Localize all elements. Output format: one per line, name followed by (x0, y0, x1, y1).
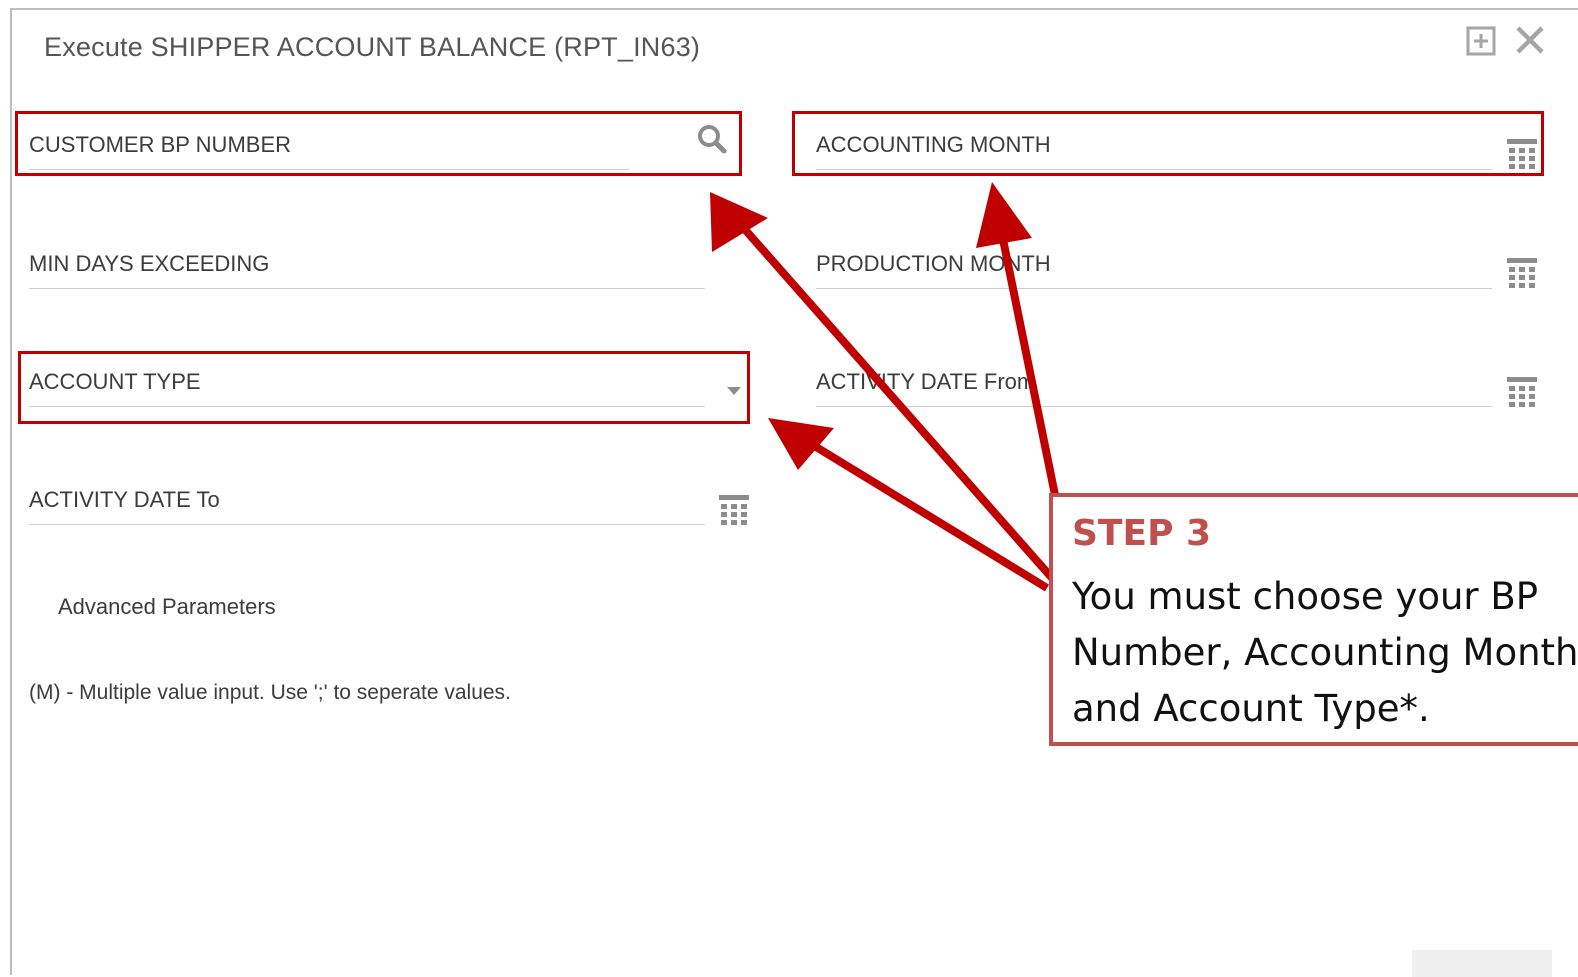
calendar-icon[interactable] (1506, 257, 1538, 289)
calendar-icon[interactable] (1506, 376, 1538, 408)
dialog-title: Execute SHIPPER ACCOUNT BALANCE (RPT_IN6… (44, 32, 701, 62)
activity-date-from-field[interactable]: ACTIVITY DATE From (816, 369, 1492, 409)
min-days-exceeding-underline (29, 288, 705, 289)
production-month-field[interactable]: PRODUCTION MONTH (816, 251, 1492, 291)
activity-date-to-field[interactable]: ACTIVITY DATE To (29, 487, 705, 527)
min-days-exceeding-label: MIN DAYS EXCEEDING (29, 251, 270, 276)
activity-date-from-underline (816, 406, 1492, 407)
close-icon[interactable] (1514, 24, 1546, 56)
activity-date-to-label: ACTIVITY DATE To (29, 487, 220, 512)
activity-date-to-underline (29, 524, 705, 525)
production-month-label: PRODUCTION MONTH (816, 251, 1051, 276)
production-month-underline (816, 288, 1492, 289)
callout-heading: STEP 3 (1072, 513, 1212, 554)
highlight-customer-bp-number (15, 111, 742, 176)
activity-date-from-label: ACTIVITY DATE From (816, 369, 1036, 394)
dialog-bottom-button[interactable] (1412, 950, 1552, 977)
step-3-callout: STEP 3 You must choose your BP Number, A… (1049, 493, 1578, 746)
min-days-exceeding-field[interactable]: MIN DAYS EXCEEDING (29, 251, 705, 291)
callout-line-1: You must choose your BP (1072, 575, 1539, 618)
advanced-parameters-link[interactable]: Advanced Parameters (58, 594, 276, 620)
callout-line-3: and Account Type*. (1072, 687, 1430, 730)
callout-line-2: Number, Accounting Month (1072, 631, 1578, 674)
callout-text: You must choose your BP Number, Accounti… (1072, 569, 1578, 737)
calendar-icon[interactable] (718, 494, 750, 526)
highlight-accounting-month (792, 111, 1544, 176)
multiple-value-help-note: (M) - Multiple value input. Use ';' to s… (29, 681, 511, 704)
maximize-icon[interactable] (1466, 26, 1496, 56)
highlight-account-type (18, 351, 750, 424)
